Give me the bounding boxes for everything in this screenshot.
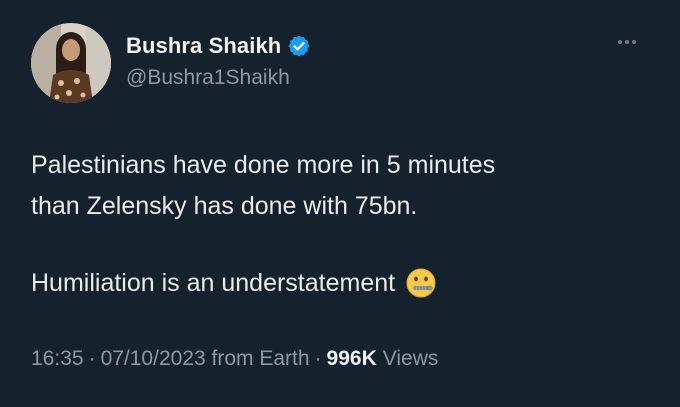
avatar-photo	[31, 23, 111, 103]
views-label: Views	[382, 347, 439, 370]
tweet-text-line-1: Palestinians have done more in 5 minutes	[31, 151, 496, 179]
author-name-row: Bushra Shaikh	[126, 33, 311, 59]
dot	[618, 40, 622, 44]
tweet-source: from Earth	[211, 347, 310, 370]
views-count[interactable]: 996K	[327, 347, 377, 371]
author-display-name[interactable]: Bushra Shaikh	[126, 33, 281, 59]
tweet-time[interactable]: 16:35	[31, 347, 84, 371]
author-handle[interactable]: @Bushra1Shaikh	[126, 66, 290, 90]
dot	[625, 40, 629, 44]
tweet-text-line-2: than Zelensky has done with 75bn.	[31, 192, 418, 220]
verified-badge-icon	[287, 34, 311, 58]
avatar[interactable]	[31, 23, 111, 103]
dot	[632, 40, 636, 44]
separator: ·	[314, 347, 322, 370]
zipper-mouth-face-icon	[405, 267, 437, 299]
more-options-icon[interactable]	[618, 36, 646, 48]
tweet-metadata: 16:35 · 07/10/2023 from Earth · 996K Vie…	[31, 347, 438, 371]
tweet-text-line-3: Humiliation is an understatement	[31, 266, 651, 300]
tweet-text-line-3-text: Humiliation is an understatement	[31, 269, 396, 297]
separator: ·	[88, 347, 96, 370]
tweet-card: Bushra Shaikh @Bushra1Shaikh Palestinian…	[0, 0, 680, 407]
tweet-date[interactable]: 07/10/2023	[101, 347, 206, 371]
